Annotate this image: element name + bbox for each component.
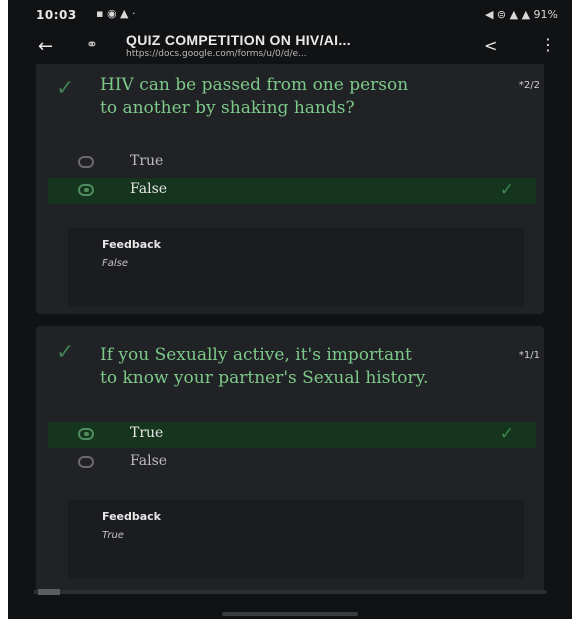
browser-toolbar: ← ⚭ QUIZ COMPETITION ON HIV/AI... https:… (8, 28, 572, 64)
check-icon: ✓ (499, 424, 514, 444)
status-bar: 10:03 ▪ ◉ ▲ · ◀ ⊜ ▲ ▲ 91% (8, 0, 572, 28)
radio-button-icon[interactable] (78, 156, 94, 168)
radio-button-icon[interactable] (78, 184, 94, 196)
radio-button-icon[interactable] (78, 428, 94, 440)
option-true[interactable]: True (48, 150, 536, 176)
arrow-left-icon[interactable]: ← (38, 36, 53, 57)
feedback-text: False (102, 258, 129, 269)
question-points: *1/1 (518, 350, 540, 361)
phone-screen: 10:03 ▪ ◉ ▲ · ◀ ⊜ ▲ ▲ 91% ← ⚭ QUIZ COMPE… (8, 0, 572, 619)
question-points: *2/2 (518, 80, 540, 91)
feedback-box: Feedback True (68, 500, 524, 578)
system-icons: ◀ ⊜ ▲ ▲ 91% (484, 8, 558, 21)
more-vert-icon[interactable]: ⋮ (540, 35, 556, 54)
scrollbar-thumb[interactable] (38, 589, 60, 595)
check-icon: ✓ (499, 180, 514, 200)
horizontal-scrollbar[interactable] (34, 590, 546, 594)
feedback-title: Feedback (102, 238, 161, 251)
option-label: False (130, 453, 168, 469)
option-label: False (130, 181, 168, 197)
option-label: True (130, 425, 164, 441)
status-time: 10:03 (36, 8, 77, 22)
page-url: https://docs.google.com/forms/u/0/d/e... (126, 49, 307, 59)
option-true[interactable]: True ✓ (48, 422, 536, 448)
option-false[interactable]: False ✓ (48, 178, 536, 204)
radio-button-icon[interactable] (78, 456, 94, 468)
question-text: HIV can be passed from one person to ano… (100, 75, 409, 118)
page-title: QUIZ COMPETITION ON HIV/AI... (126, 32, 351, 48)
correct-check-icon: ✓ (56, 76, 75, 101)
notification-icons: ▪ ◉ ▲ · (96, 7, 136, 20)
option-false[interactable]: False (48, 450, 536, 476)
feedback-title: Feedback (102, 510, 161, 523)
question-text: If you Sexually active, it's important t… (100, 345, 429, 388)
lock-icon[interactable]: ⚭ (86, 37, 98, 53)
option-label: True (130, 153, 164, 169)
correct-check-icon: ✓ (56, 340, 75, 365)
share-icon[interactable]: < (484, 36, 497, 55)
feedback-box: Feedback False (68, 228, 524, 306)
feedback-text: True (102, 530, 124, 541)
navigation-handle[interactable] (222, 612, 358, 616)
